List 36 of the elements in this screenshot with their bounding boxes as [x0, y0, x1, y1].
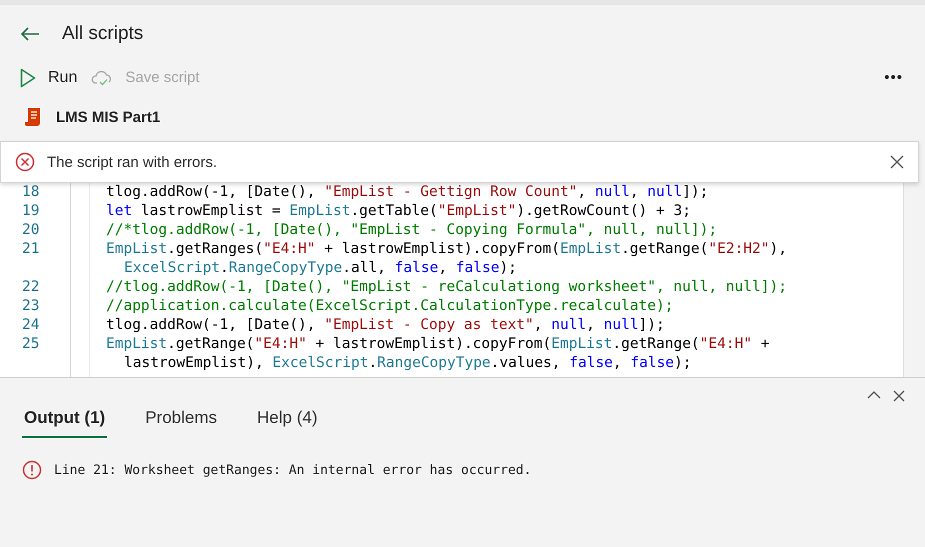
line-number: 24 — [21, 316, 40, 335]
script-name: LMS MIS Part1 — [56, 108, 160, 126]
back-arrow-icon — [20, 26, 40, 41]
error-icon — [22, 460, 42, 480]
code-line: tlog.addRow(-1, [Date(), "EmpList - Copy as text", null, null]); — [106, 316, 665, 335]
panel-tab[interactable]: Problems — [143, 394, 220, 438]
code-line: //*tlog.addRow(-1, [Date(), "EmpList - Copying Formula", null, null]); — [106, 221, 718, 240]
code-line: EmpList.getRange("E4:H" + lastrowEmplist).copyFrom(EmpList.getRange("E4:H" + — [106, 335, 770, 354]
run-button[interactable]: Run — [20, 68, 78, 88]
error-message: Line 21: Worksheet getRanges: An internal error has occurred. — [54, 462, 532, 478]
line-number: 23 — [21, 297, 40, 316]
back-link[interactable]: All scripts — [20, 22, 144, 45]
line-number: 20 — [21, 221, 40, 240]
line-number: 25 — [21, 335, 40, 354]
code-line: EmpList.getRanges("E4:H" + lastrowEmplist).copyFrom(EmpList.getRange("E2:H2"), — [106, 240, 787, 259]
close-button[interactable] — [890, 155, 904, 169]
code-line: tlog.addRow(-1, [Date(), "EmpList - Gettign Row Count", null, null]); — [106, 183, 708, 202]
more-button[interactable]: ••• — [884, 69, 903, 86]
line-number: 18 — [21, 183, 40, 202]
play-icon — [20, 68, 36, 88]
script-scroll-icon — [24, 107, 42, 128]
cloud-check-icon — [91, 70, 114, 86]
close-panel-button[interactable] — [893, 390, 905, 402]
line-number: 21 — [21, 240, 40, 259]
panel-tab[interactable]: Output (1) — [22, 394, 108, 438]
code-line: //application.calculate(ExcelScript.CalculationType.recalculate); — [106, 297, 674, 316]
code-editor[interactable] — [0, 183, 904, 377]
code-line: //tlog.addRow(-1, [Date(), "EmpList - reCalculationg worksheet", null, null]); — [106, 278, 787, 297]
error-icon — [15, 152, 35, 172]
line-number: 19 — [21, 202, 40, 221]
code-line: lastrowEmplist), ExcelScript.RangeCopyType.values, false, false); — [123, 354, 692, 373]
panel-tab[interactable]: Help (4) — [255, 394, 320, 438]
code-line: let lastrowEmplist = EmpList.getTable("EmpList").getRowCount() + 3; — [106, 202, 691, 221]
line-number: 22 — [21, 278, 40, 297]
banner-message: The script ran with errors. — [47, 154, 218, 170]
code-line: ExcelScript.RangeCopyType.all, false, false); — [123, 259, 518, 278]
